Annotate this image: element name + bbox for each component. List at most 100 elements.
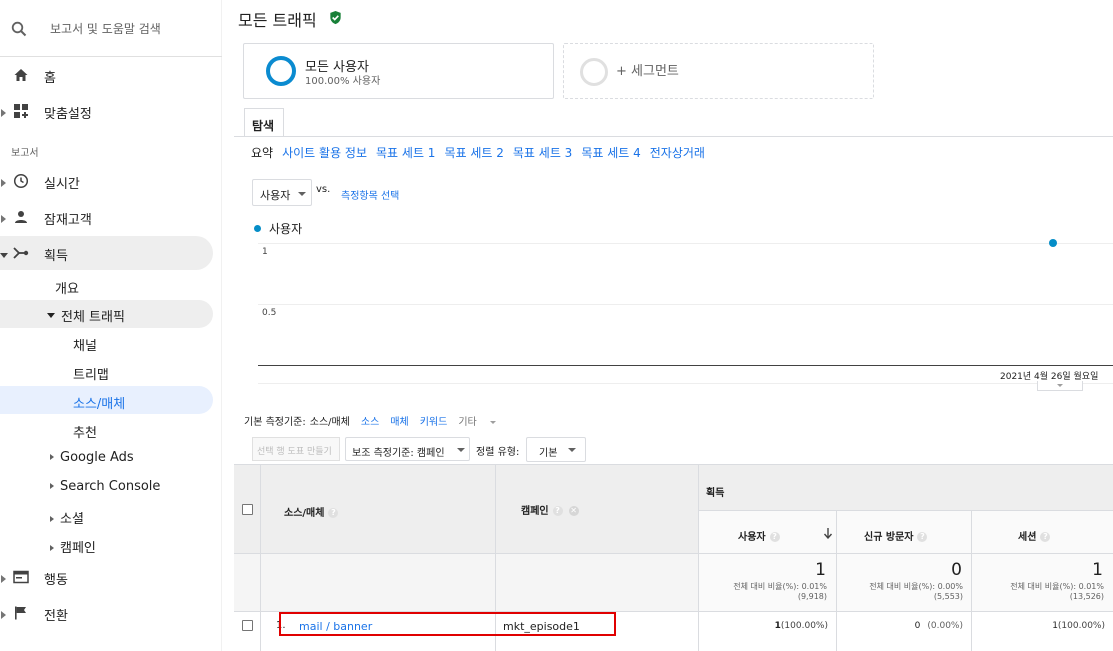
expand-caret-icon (50, 453, 54, 460)
select-all-checkbox[interactable] (242, 504, 253, 515)
acquisition-icon (13, 247, 29, 259)
subtab-goal-set-4[interactable]: 목표 세트 4 (581, 146, 640, 160)
total-users: 1 (815, 560, 826, 580)
expand-caret-icon (50, 515, 54, 522)
empty-segment-ring-icon (580, 58, 608, 86)
help-icon[interactable]: ? (917, 532, 928, 542)
expand-caret-icon (1, 179, 6, 187)
sidebar-item-channels[interactable]: 채널 (73, 335, 97, 354)
sort-type-label: 정렬 유형: (476, 447, 520, 458)
total-new-visitors-base: (5,553) (933, 592, 963, 601)
help-icon[interactable]: ? (328, 508, 339, 518)
header-campaign[interactable]: 캠페인? ✕ (521, 502, 579, 517)
subtab-summary[interactable]: 요약 (251, 146, 273, 160)
sidebar-item-label: 맞춤설정 (44, 107, 92, 122)
total-users-pct: 전체 대비 비율(%): 0.01% (733, 582, 827, 591)
data-point[interactable] (1049, 239, 1057, 247)
page-title: 모든 트래픽 (238, 11, 317, 30)
dimension-link-medium[interactable]: 매체 (390, 417, 408, 428)
sort-type-value: 기본 (539, 448, 558, 459)
section-header-reports: 보고서 (11, 148, 39, 159)
dimension-more-dropdown[interactable]: 기타 (458, 417, 506, 428)
sidebar-item-label: Search Console (60, 479, 161, 494)
remove-dimension-icon[interactable]: ✕ (568, 506, 579, 516)
totals-row-bg (234, 553, 698, 611)
sidebar-item-treemaps[interactable]: 트리맵 (73, 364, 109, 383)
subtab-goal-set-2[interactable]: 목표 세트 2 (444, 146, 503, 160)
row-divider (234, 553, 1113, 554)
add-segment-card[interactable]: + 세그먼트 (563, 43, 874, 99)
sidebar-item-label: 홈 (44, 71, 56, 86)
sidebar-search[interactable]: 보고서 및 도움말 검색 (0, 0, 222, 57)
primary-dimension-label: 기본 측정기준: (244, 417, 306, 428)
help-icon[interactable]: ? (1040, 532, 1051, 542)
header-label: 신규 방문자 (864, 532, 914, 543)
sort-desc-arrow-icon[interactable] (823, 527, 833, 539)
subtab-goal-set-3[interactable]: 목표 세트 3 (513, 146, 572, 160)
home-icon (14, 69, 28, 81)
expand-caret-icon (1, 109, 6, 117)
segment-card-all-users[interactable]: 모든 사용자 100.00% 사용자 (243, 43, 554, 99)
highlight-annotation-box (279, 612, 616, 636)
total-new-visitors: 0 (951, 560, 962, 580)
header-label: 캠페인 (521, 506, 549, 517)
sidebar-item-label: 잠재고객 (44, 213, 92, 228)
metric-dropdown[interactable]: 사용자 (252, 179, 312, 206)
help-icon[interactable]: ? (552, 506, 563, 516)
primary-dimension-bar: 기본 측정기준: 소스/매체 소스 매체 키워드 기타 (244, 413, 518, 428)
secondary-dimension-value: 보조 측정기준: 캠페인 (352, 448, 445, 459)
metric-dropdown-value: 사용자 (260, 189, 291, 202)
sidebar-item-label: 실시간 (44, 177, 80, 192)
sidebar-item-overview[interactable]: 개요 (55, 278, 79, 297)
sidebar-item-source-medium[interactable]: 소스/매체 (73, 393, 125, 412)
header-new-visitors[interactable]: 신규 방문자? (864, 528, 928, 543)
dimension-link-source[interactable]: 소스 (361, 417, 379, 428)
sidebar: 보고서 및 도움말 검색 홈 맞춤설정 보고서 실시간 잠재고객 획득 개요 전… (0, 0, 222, 651)
subtab-ecommerce[interactable]: 전자상거래 (650, 146, 705, 160)
subtab-site-usage[interactable]: 사이트 활용 정보 (282, 146, 367, 160)
row-users: 1(100.00%) (700, 621, 828, 631)
secondary-dimension-dropdown[interactable]: 보조 측정기준: 캠페인 (345, 437, 470, 461)
plot-rows-button[interactable]: 선택 행 도표 만들기 (252, 437, 340, 461)
header-label: 세션 (1018, 532, 1037, 543)
person-icon (15, 211, 27, 223)
add-segment-label: + 세그먼트 (616, 64, 679, 79)
chart-plot (1049, 239, 1057, 247)
row-divider (698, 510, 1113, 511)
small-chevron-down-icon (489, 420, 496, 424)
row-checkbox[interactable] (242, 620, 253, 631)
sidebar-item-label: 소셜 (60, 512, 84, 527)
total-sessions-pct: 전체 대비 비율(%): 0.01% (1010, 582, 1104, 591)
header-sessions[interactable]: 세션? (1018, 528, 1051, 543)
total-new-visitors-pct: 전체 대비 비율(%): 0.00% (869, 582, 963, 591)
vs-label: vs. (316, 184, 331, 195)
header-source-medium[interactable]: 소스/매체? (284, 504, 339, 519)
sort-type-dropdown[interactable]: 기본 (526, 437, 586, 462)
help-icon[interactable]: ? (769, 532, 780, 542)
sidebar-item-all-traffic[interactable]: 전체 트래픽 (47, 306, 125, 325)
collapse-caret-icon (47, 313, 55, 318)
expand-caret-icon (1, 215, 6, 223)
sidebar-item-social[interactable]: 소셜 (50, 508, 84, 527)
search-icon (11, 21, 27, 37)
tab-explore[interactable]: 탐색 (244, 108, 284, 137)
sidebar-item-google-ads[interactable]: Google Ads (50, 450, 134, 465)
sidebar-item-referrals[interactable]: 추천 (73, 422, 97, 441)
tab-divider (234, 136, 1113, 137)
chart-expand-handle[interactable] (1037, 381, 1083, 391)
dropdown-arrow-icon (298, 192, 306, 196)
dimension-link-keyword[interactable]: 키워드 (420, 417, 448, 428)
subtab-goal-set-1[interactable]: 목표 세트 1 (376, 146, 435, 160)
behavior-window-icon (13, 570, 29, 584)
col-divider (260, 464, 261, 651)
header-users[interactable]: 사용자? (738, 528, 780, 543)
sidebar-item-search-console[interactable]: Search Console (50, 479, 160, 494)
clock-icon (13, 173, 29, 189)
total-sessions-base: (13,526) (1069, 592, 1104, 601)
search-placeholder: 보고서 및 도움말 검색 (50, 22, 161, 36)
dropdown-arrow-icon (568, 448, 576, 452)
sidebar-item-campaigns[interactable]: 캠페인 (50, 537, 96, 556)
header-label: 소스/매체 (284, 508, 325, 519)
explore-subtabs: 요약 사이트 활용 정보 목표 세트 1 목표 세트 2 목표 세트 3 목표 세트 4 전… (251, 144, 714, 161)
select-metric-link[interactable]: 측정항목 선택 (341, 187, 399, 202)
